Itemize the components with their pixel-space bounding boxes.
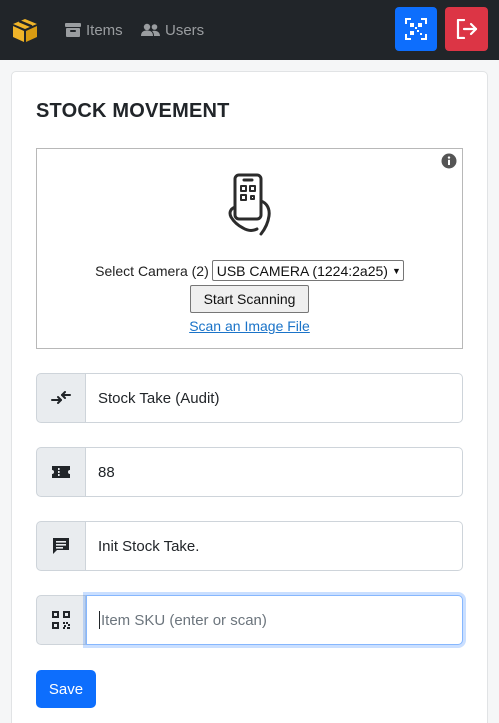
camera-select-value: USB CAMERA (1224:2a25)	[216, 262, 388, 279]
ticket-number-value: 88	[98, 463, 115, 481]
sku-placeholder: Item SKU (enter or scan)	[101, 611, 267, 629]
camera-select-row: Select Camera (2) USB CAMERA (1224:2a25)…	[37, 260, 462, 281]
note-value: Init Stock Take.	[98, 537, 200, 555]
archive-icon	[65, 23, 81, 37]
ticket-group: 88	[36, 447, 463, 497]
camera-select[interactable]: USB CAMERA (1224:2a25) ▼	[211, 260, 404, 281]
note-group: Init Stock Take.	[36, 521, 463, 571]
qrcode-icon	[36, 595, 86, 645]
info-icon[interactable]	[441, 153, 457, 169]
scan-button[interactable]	[395, 7, 437, 51]
note-field[interactable]: Init Stock Take.	[86, 521, 463, 571]
nav-items-label: Items	[86, 21, 123, 39]
sku-group: Item SKU (enter or scan)	[36, 595, 463, 645]
scan-image-file-link[interactable]: Scan an Image File	[37, 318, 462, 334]
logout-button[interactable]	[445, 7, 488, 51]
nav-items-link[interactable]: Items	[65, 19, 123, 41]
chevron-down-icon: ▼	[391, 265, 401, 276]
phone-scan-icon	[223, 171, 275, 237]
ticket-number-field[interactable]: 88	[86, 447, 463, 497]
start-scanning-button[interactable]: Start Scanning	[190, 285, 309, 313]
sku-input[interactable]: Item SKU (enter or scan)	[86, 595, 463, 645]
save-button[interactable]: Save	[36, 670, 96, 708]
qr-scan-icon	[405, 18, 427, 40]
camera-select-label: Select Camera (2)	[95, 262, 209, 279]
nav-users-label: Users	[165, 21, 205, 39]
page-title: STOCK MOVEMENT	[36, 100, 230, 122]
stock-movement-card: STOCK MOVEMENT Select Camera (2) USB CAM…	[11, 71, 488, 723]
movement-type-group: Stock Take (Audit)	[36, 373, 463, 423]
ticket-icon	[36, 447, 86, 497]
movement-type-field[interactable]: Stock Take (Audit)	[86, 373, 463, 423]
qr-scanner-panel: Select Camera (2) USB CAMERA (1224:2a25)…	[36, 148, 463, 349]
sign-out-icon	[456, 19, 477, 39]
exchange-icon	[36, 373, 86, 423]
text-caret	[99, 611, 100, 629]
movement-type-value: Stock Take (Audit)	[98, 389, 220, 407]
box-open-icon[interactable]	[11, 17, 39, 43]
nav-users-link[interactable]: Users	[141, 19, 204, 41]
top-navbar: Items Users	[0, 0, 499, 60]
users-icon	[141, 23, 160, 36]
comment-icon	[36, 521, 86, 571]
